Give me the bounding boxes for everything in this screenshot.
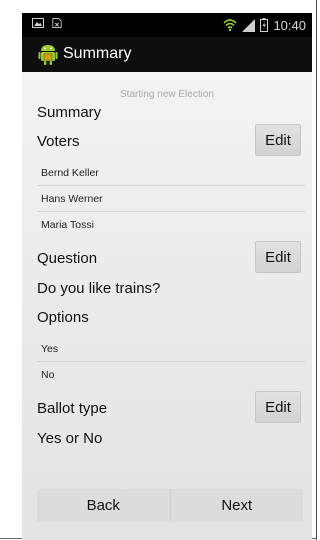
options-heading: Options xyxy=(37,309,89,326)
ballot-type-heading: Ballot type xyxy=(37,400,108,417)
back-button[interactable]: Back xyxy=(37,489,170,522)
page-title: Summary xyxy=(63,45,132,62)
next-button[interactable]: Next xyxy=(171,489,304,522)
battery-charging-icon xyxy=(260,18,269,32)
edit-ballot-type-button[interactable]: Edit xyxy=(255,391,301,423)
subtitle-text: Starting new Election xyxy=(120,89,214,100)
edit-question-button[interactable]: Edit xyxy=(255,241,301,273)
action-bar: Summary xyxy=(22,37,312,72)
signal-icon xyxy=(242,18,256,32)
option-item: Yes xyxy=(41,343,59,355)
status-icons: 10:40 xyxy=(223,16,306,34)
edit-voters-button[interactable]: Edit xyxy=(255,124,301,156)
divider xyxy=(37,185,305,186)
navigation-bar: Back Next xyxy=(37,489,303,522)
option-item: No xyxy=(41,369,55,381)
android-app-icon[interactable] xyxy=(38,43,58,65)
no-sim-icon xyxy=(52,18,62,28)
ballot-type-value: Yes or No xyxy=(37,430,103,447)
window-frame-edge xyxy=(316,0,317,540)
divider xyxy=(37,211,305,212)
voter-item: Hans Werner xyxy=(41,193,103,205)
voters-heading: Voters xyxy=(37,133,80,150)
voter-item: Bernd Keller xyxy=(41,167,99,179)
question-heading: Question xyxy=(37,250,98,267)
question-text: Do you like trains? xyxy=(37,280,161,297)
summary-content: Starting new Election Summary Voters Edi… xyxy=(22,72,312,540)
divider xyxy=(37,361,305,362)
status-time: 10:40 xyxy=(273,17,306,33)
status-bar: 10:40 xyxy=(22,13,312,37)
image-icon xyxy=(32,18,44,28)
wifi-icon xyxy=(223,19,238,32)
voter-item: Maria Tossi xyxy=(41,219,94,231)
summary-heading: Summary xyxy=(37,104,102,121)
